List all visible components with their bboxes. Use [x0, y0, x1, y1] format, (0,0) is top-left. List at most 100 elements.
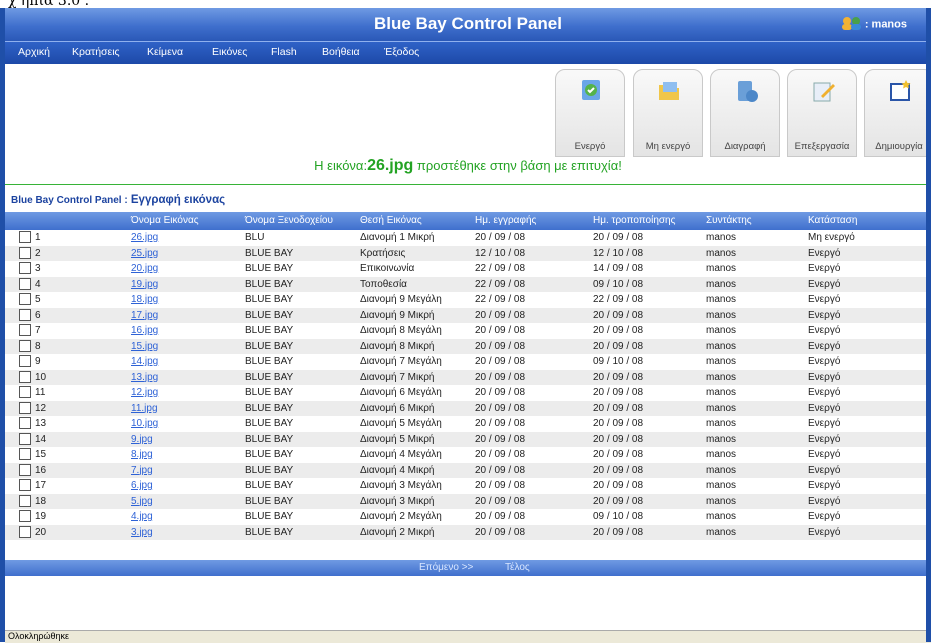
- row-checkbox[interactable]: [19, 324, 31, 336]
- row-checkbox[interactable]: [19, 231, 31, 243]
- table-row: 12 11.jpg BLUE BAY Διανομή 6 Μικρή 20 / 09 /…: [5, 400, 931, 416]
- image-link[interactable]: 20.jpg: [131, 263, 158, 274]
- author: manos: [706, 294, 737, 305]
- status: Ενεργό: [808, 263, 841, 274]
- image-link[interactable]: 5.jpg: [131, 496, 153, 507]
- nav-flash[interactable]: Flash: [271, 46, 297, 58]
- row-checkbox[interactable]: [19, 448, 31, 460]
- breadcrumb: Blue Bay Control Panel : Εγγραφή εικόνας: [11, 194, 225, 206]
- image-link[interactable]: 6.jpg: [131, 480, 153, 491]
- edit-icon: [811, 78, 837, 108]
- row-checkbox[interactable]: [19, 417, 31, 429]
- image-link[interactable]: 10.jpg: [131, 418, 158, 429]
- create-button[interactable]: Δημιουργία: [864, 69, 931, 157]
- status: Ενεργό: [808, 464, 841, 476]
- row-checkbox[interactable]: [19, 370, 31, 383]
- row-checkbox[interactable]: [19, 432, 31, 445]
- image-link[interactable]: 17.jpg: [131, 310, 158, 321]
- row-checkbox[interactable]: [19, 479, 31, 491]
- image-link[interactable]: 15.jpg: [131, 341, 158, 352]
- author: manos: [706, 511, 737, 522]
- author: manos: [706, 325, 737, 336]
- nav-images[interactable]: Εικόνες: [212, 46, 247, 58]
- header-created-date[interactable]: Ημ. εγγραφής: [475, 215, 536, 226]
- row-checkbox[interactable]: [19, 339, 31, 352]
- table-row: 18 5.jpg BLUE BAY Διανομή 3 Μικρή 20 / 09 / …: [5, 493, 931, 509]
- modified-date: 20 / 09 / 08: [593, 232, 644, 243]
- image-position: Διανομή 7 Μικρή: [360, 371, 435, 383]
- row-checkbox[interactable]: [19, 308, 31, 321]
- row-checkbox[interactable]: [19, 494, 31, 507]
- row-number: 17: [35, 480, 47, 491]
- status: Ενεργό: [808, 511, 841, 522]
- deactivate-button[interactable]: Μη ενεργό: [633, 69, 703, 157]
- created-date: 12 / 10 / 08: [475, 247, 526, 259]
- username: : manos: [864, 18, 907, 31]
- activate-button[interactable]: Ενεργό: [555, 69, 625, 157]
- row-number: 20: [35, 526, 47, 538]
- row-checkbox[interactable]: [19, 463, 31, 476]
- image-position: Διανομή 1 Μικρή: [360, 232, 435, 243]
- status: Ενεργό: [808, 309, 841, 321]
- app-header: Blue Bay Control Panel : manos: [5, 8, 931, 41]
- image-link[interactable]: 3.jpg: [131, 527, 153, 538]
- nav-home[interactable]: Αρχική: [18, 46, 50, 58]
- edit-button[interactable]: Επεξεργασία: [787, 69, 857, 157]
- image-position: Διανομή 9 Μεγάλη: [360, 294, 442, 305]
- created-date: 20 / 09 / 08: [475, 340, 526, 352]
- header-image-position[interactable]: Θεσή Εικόνας: [360, 215, 422, 226]
- delete-button[interactable]: Διαγραφή: [710, 69, 780, 157]
- image-link[interactable]: 11.jpg: [131, 403, 158, 414]
- hotel-name: BLUE BAY: [245, 480, 294, 491]
- activate-icon: [579, 78, 603, 108]
- delete-trash-icon: [734, 78, 760, 108]
- row-checkbox[interactable]: [19, 277, 31, 290]
- nav-exit[interactable]: Έξοδος: [384, 46, 419, 58]
- message-suffix: προστέθηκε στην βάση με επιτυχία!: [413, 158, 622, 173]
- table-row: 5 18.jpg BLUE BAY Διανομή 9 Μεγάλη 22 / 09 /…: [5, 292, 931, 307]
- image-link[interactable]: 12.jpg: [131, 387, 158, 398]
- modified-date: 20 / 09 / 08: [593, 495, 644, 507]
- hotel-name: BLUE BAY: [245, 418, 294, 429]
- row-checkbox[interactable]: [19, 401, 31, 414]
- row-checkbox[interactable]: [19, 510, 31, 522]
- next-page-link[interactable]: Επόμενο >>: [419, 562, 473, 573]
- table-header: Όνομα Εικόνας Όνομα Ξενοδοχείου Θεσή Εικ…: [5, 212, 931, 230]
- header-hotel-name[interactable]: Όνομα Ξενοδοχείου: [245, 215, 333, 226]
- row-checkbox[interactable]: [19, 246, 31, 259]
- table-row: 20 3.jpg BLUE BAY Διανομή 2 Μικρή 20 / 09 / …: [5, 524, 931, 540]
- row-checkbox[interactable]: [19, 293, 31, 305]
- image-link[interactable]: 19.jpg: [131, 279, 158, 290]
- row-number: 9: [35, 356, 41, 367]
- modified-date: 20 / 09 / 08: [593, 464, 644, 476]
- image-link[interactable]: 25.jpg: [131, 248, 158, 259]
- row-checkbox[interactable]: [19, 386, 31, 398]
- author: manos: [706, 371, 737, 383]
- created-date: 20 / 09 / 08: [475, 495, 526, 507]
- header-author[interactable]: Συντάκτης: [706, 215, 752, 226]
- modified-date: 20 / 09 / 08: [593, 449, 644, 460]
- header-image-name[interactable]: Όνομα Εικόνας: [131, 215, 199, 226]
- header-status[interactable]: Κατάσταση: [808, 215, 857, 226]
- image-link[interactable]: 14.jpg: [131, 356, 158, 367]
- image-link[interactable]: 26.jpg: [131, 232, 158, 243]
- row-number: 18: [35, 495, 47, 507]
- image-link[interactable]: 13.jpg: [131, 372, 158, 383]
- header-modified-date[interactable]: Ημ. τροποποίησης: [593, 215, 675, 226]
- image-link[interactable]: 4.jpg: [131, 511, 153, 522]
- row-checkbox[interactable]: [19, 262, 31, 274]
- image-link[interactable]: 7.jpg: [131, 465, 153, 476]
- table-row: 2 25.jpg BLUE BAY Κρατήσεις 12 / 10 / 08 12 /…: [5, 245, 931, 261]
- author: manos: [706, 464, 737, 476]
- row-checkbox[interactable]: [19, 525, 31, 538]
- delete-label: Διαγραφή: [724, 141, 766, 152]
- image-link[interactable]: 16.jpg: [131, 325, 158, 336]
- last-page-link[interactable]: Τέλος: [505, 562, 530, 573]
- nav-bookings[interactable]: Κρατήσεις: [72, 46, 120, 58]
- image-link[interactable]: 9.jpg: [131, 434, 153, 445]
- row-checkbox[interactable]: [19, 355, 31, 367]
- image-link[interactable]: 8.jpg: [131, 449, 153, 460]
- nav-help[interactable]: Βοήθεια: [322, 46, 360, 58]
- nav-texts[interactable]: Κείμενα: [147, 46, 183, 58]
- image-link[interactable]: 18.jpg: [131, 294, 158, 305]
